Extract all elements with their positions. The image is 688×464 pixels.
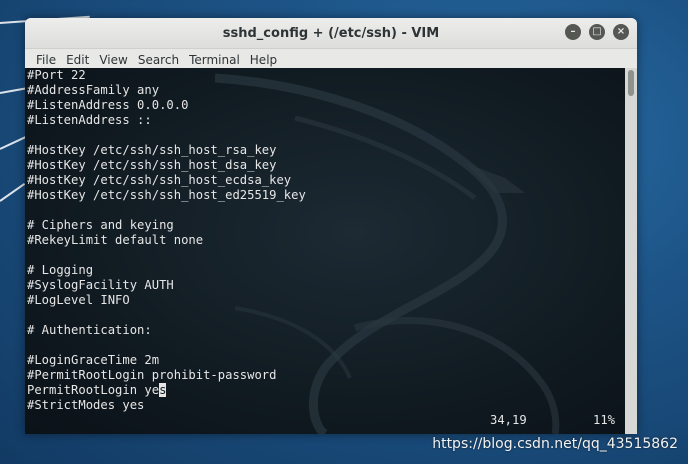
editor-buffer[interactable]: #Port 22 #AddressFamily any #ListenAddre… — [27, 68, 306, 413]
editor-line: #StrictModes yes — [27, 398, 145, 412]
cursor-position-status: 34,19 — [490, 413, 527, 427]
editor-line: #HostKey /etc/ssh/ssh_host_ed25519_key — [27, 188, 306, 202]
text-cursor: s — [159, 383, 167, 397]
editor-line: #AddressFamily any — [27, 83, 160, 97]
editor-line: #HostKey /etc/ssh/ssh_host_ecdsa_key — [27, 173, 292, 187]
desktop-decoration-line — [0, 182, 26, 202]
editor-line: #ListenAddress :: — [27, 113, 152, 127]
editor-line: #LogLevel INFO — [27, 293, 130, 307]
terminal-area[interactable]: #Port 22 #AddressFamily any #ListenAddre… — [25, 68, 625, 434]
desktop-decoration-line — [0, 135, 28, 150]
minimize-button[interactable]: – — [565, 24, 581, 40]
maximize-icon: □ — [592, 26, 602, 37]
editor-line: # Ciphers and keying — [27, 218, 174, 232]
editor-line: #ListenAddress 0.0.0.0 — [27, 98, 189, 112]
current-line-text: PermitRootLogin ye — [27, 383, 160, 397]
scroll-percent-status: 11% — [593, 413, 616, 427]
watermark-url: https://blog.csdn.net/qq_43515862 — [432, 436, 678, 452]
editor-line: #HostKey /etc/ssh/ssh_host_rsa_key — [27, 143, 277, 157]
editor-line-current: PermitRootLogin yes — [27, 383, 306, 398]
maximize-button[interactable]: □ — [589, 24, 605, 40]
window-title: sshd_config + (/etc/ssh) - VIM — [222, 25, 440, 41]
window-controls: – □ × — [565, 24, 629, 40]
editor-line: #LoginGraceTime 2m — [27, 353, 160, 367]
editor-line: #Port 22 — [27, 68, 86, 82]
terminal-window[interactable]: sshd_config + (/etc/ssh) - VIM – □ × Fil… — [25, 18, 637, 434]
vertical-scrollbar[interactable] — [625, 68, 637, 434]
editor-line: # Authentication: — [27, 323, 152, 337]
close-icon: × — [616, 26, 626, 37]
editor-line: #SyslogFacility AUTH — [27, 278, 174, 292]
close-button[interactable]: × — [613, 24, 629, 40]
minimize-icon: – — [570, 26, 576, 37]
editor-line: #HostKey /etc/ssh/ssh_host_dsa_key — [27, 158, 277, 172]
editor-line: #PermitRootLogin prohibit-password — [27, 368, 277, 382]
editor-line: #RekeyLimit default none — [27, 233, 204, 247]
scrollbar-thumb[interactable] — [628, 70, 634, 96]
editor-line: # Logging — [27, 263, 94, 277]
window-titlebar[interactable]: sshd_config + (/etc/ssh) - VIM – □ × — [25, 18, 637, 49]
